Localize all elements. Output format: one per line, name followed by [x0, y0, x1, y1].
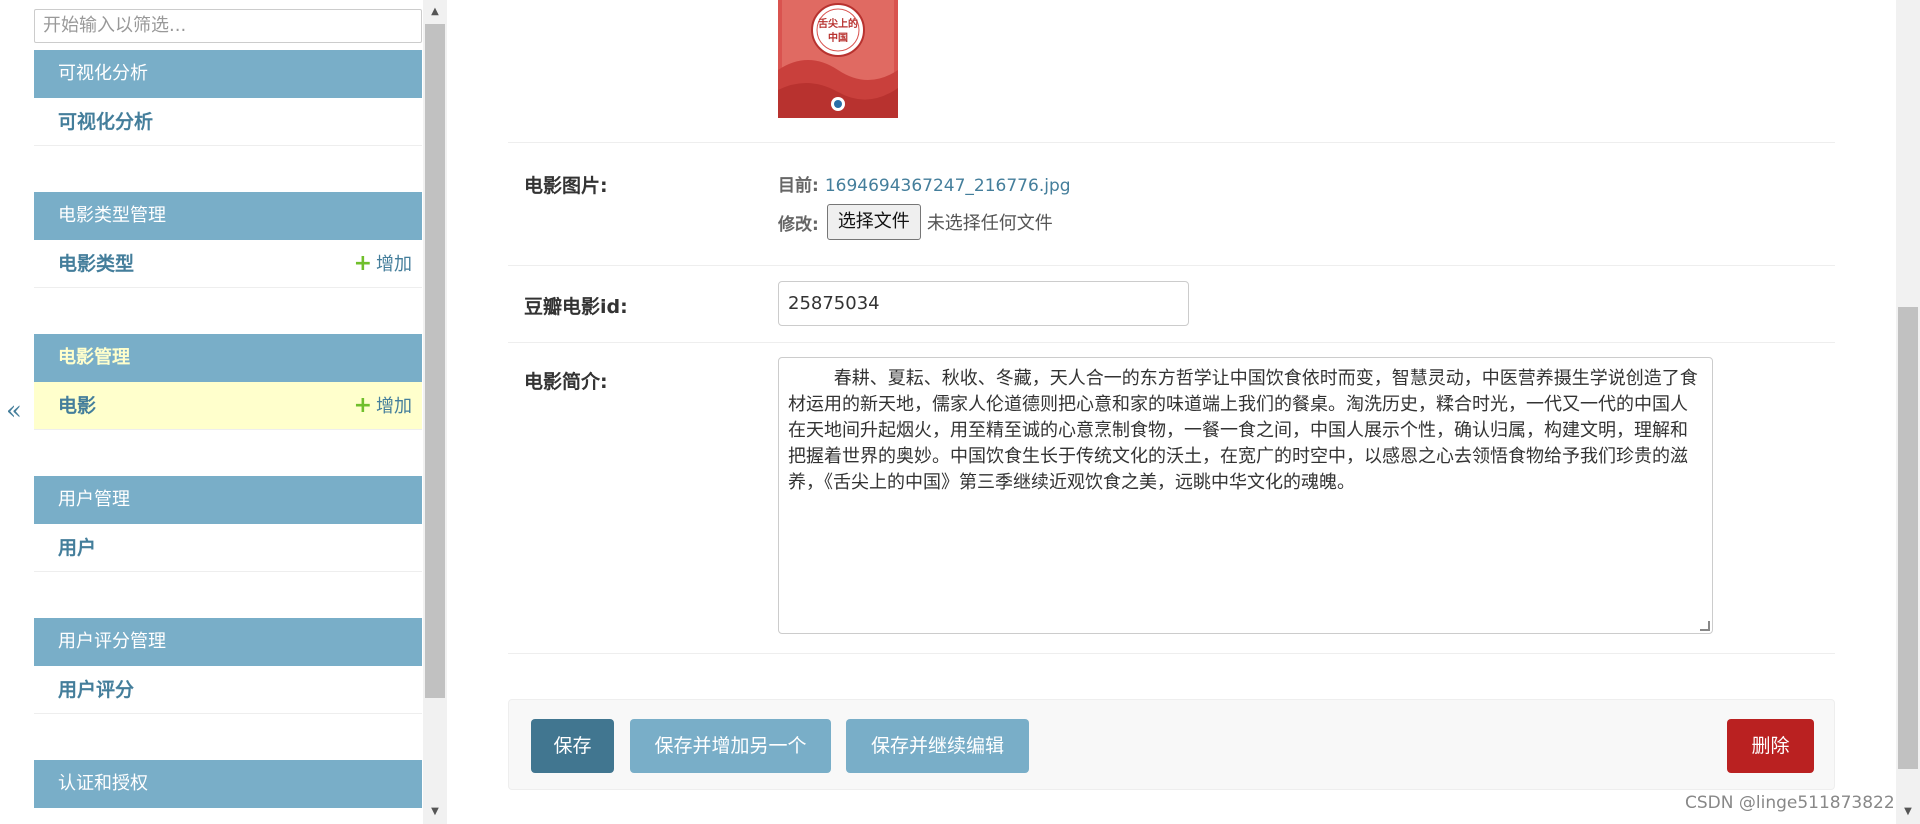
- sidebar-item-label[interactable]: 可视化分析: [58, 98, 153, 146]
- sidebar-item-user-rating[interactable]: 用户评分: [34, 666, 422, 714]
- save-and-add-another-button[interactable]: 保存并增加另一个: [630, 719, 831, 773]
- add-movie-type-link[interactable]: + 增加: [354, 240, 412, 289]
- plus-icon: +: [353, 251, 372, 276]
- sidebar-item-label[interactable]: 电影: [58, 382, 96, 430]
- scrollbar-thumb[interactable]: [1898, 307, 1918, 769]
- douban-id-field: 25875034: [778, 281, 1189, 326]
- module-visual-analysis: 可视化分析 可视化分析: [34, 50, 422, 146]
- description-field: 春耕、夏耘、秋收、冬藏，天人合一的东方哲学让中国饮食依时而变，智慧灵动，中医营养…: [778, 357, 1713, 634]
- no-file-text: 未选择任何文件: [926, 213, 1053, 234]
- form-row-douban-id: 豆瓣电影id: 25875034: [508, 266, 1835, 343]
- sidebar-filter-input[interactable]: 开始输入以筛选...: [34, 9, 422, 43]
- add-label: 增加: [376, 254, 412, 275]
- module-caption[interactable]: 认证和授权: [34, 760, 422, 808]
- current-label: 目前:: [778, 176, 819, 196]
- current-file-link[interactable]: 1694694367247_216776.jpg: [825, 176, 1071, 196]
- main-content: 舌尖上的 中国 电影图片: 目前: 1694694367247_216776.jp…: [447, 0, 1896, 824]
- module-user-rating-management: 用户评分管理 用户评分: [34, 618, 422, 714]
- add-movie-link[interactable]: + 增加: [354, 382, 412, 431]
- sidebar-item-label[interactable]: 电影类型: [58, 240, 134, 288]
- resize-grip-icon[interactable]: [1700, 621, 1710, 631]
- description-text: 春耕、夏耘、秋收、冬藏，天人合一的东方哲学让中国饮食依时而变，智慧灵动，中医营养…: [788, 368, 1698, 493]
- add-label: 增加: [376, 396, 412, 417]
- module-caption[interactable]: 可视化分析: [34, 50, 422, 98]
- module-movie-management: 电影管理 电影 + 增加: [34, 334, 422, 430]
- movie-poster-image: 舌尖上的 中国: [778, 0, 898, 118]
- description-label: 电影简介:: [524, 371, 608, 393]
- collapse-sidebar-icon[interactable]: «: [6, 396, 22, 426]
- sidebar-item-movie-type[interactable]: 电影类型 + 增加: [34, 240, 422, 288]
- delete-button[interactable]: 删除: [1727, 719, 1814, 773]
- module-caption[interactable]: 用户管理: [34, 476, 422, 524]
- watermark: CSDN @linge511873822: [1685, 793, 1895, 813]
- douban-id-input[interactable]: 25875034: [778, 281, 1189, 326]
- sidebar-item-movie[interactable]: 电影 + 增加: [34, 382, 422, 430]
- sidebar-item-label[interactable]: 用户: [58, 524, 96, 572]
- change-label: 修改:: [778, 214, 819, 235]
- module-auth: 认证和授权: [34, 760, 422, 808]
- image-field: 目前: 1694694367247_216776.jpg 修改: 选择文件 未选择…: [778, 171, 1071, 240]
- poster-title-line1: 舌尖上的: [818, 17, 858, 30]
- module-caption[interactable]: 用户评分管理: [34, 618, 422, 666]
- change-file: 修改: 选择文件 未选择任何文件: [778, 204, 1071, 240]
- save-button[interactable]: 保存: [531, 719, 614, 773]
- form-row-image: 电影图片: 目前: 1694694367247_216776.jpg 修改: 选择…: [508, 142, 1835, 266]
- module-user-management: 用户管理 用户: [34, 476, 422, 572]
- image-field-label: 电影图片:: [524, 175, 608, 197]
- sidebar-item-user[interactable]: 用户: [34, 524, 422, 572]
- page-scrollbar[interactable]: ▼: [1896, 0, 1920, 824]
- module-movie-type-management: 电影类型管理 电影类型 + 增加: [34, 192, 422, 288]
- sidebar: 开始输入以筛选... 可视化分析 可视化分析 电影类型管理 电影类型 + 增加 电…: [34, 0, 423, 824]
- form-row-description: 电影简介: 春耕、夏耘、秋收、冬藏，天人合一的东方哲学让中国饮食依时而变，智慧灵…: [508, 343, 1835, 654]
- description-textarea[interactable]: 春耕、夏耘、秋收、冬藏，天人合一的东方哲学让中国饮食依时而变，智慧灵动，中医营养…: [778, 357, 1713, 634]
- module-caption[interactable]: 电影类型管理: [34, 192, 422, 240]
- sidebar-item-label[interactable]: 用户评分: [58, 666, 134, 714]
- current-file: 目前: 1694694367247_216776.jpg: [778, 171, 1071, 196]
- scroll-down-icon[interactable]: ▼: [1896, 802, 1920, 822]
- save-and-continue-button[interactable]: 保存并继续编辑: [846, 719, 1029, 773]
- choose-file-button[interactable]: 选择文件: [826, 204, 921, 240]
- sidebar-item-visual-analysis[interactable]: 可视化分析: [34, 98, 422, 146]
- nav-collapse-bar: «: [0, 0, 34, 824]
- scroll-up-icon[interactable]: ▲: [423, 2, 447, 22]
- module-caption[interactable]: 电影管理: [34, 334, 422, 382]
- poster-title-line2: 中国: [828, 31, 848, 44]
- douban-id-label: 豆瓣电影id:: [524, 296, 628, 318]
- scrollbar-thumb[interactable]: [425, 24, 445, 698]
- scroll-down-icon[interactable]: ▼: [423, 802, 447, 822]
- submit-row: 保存 保存并增加另一个 保存并继续编辑 删除: [508, 699, 1835, 790]
- sidebar-scrollbar[interactable]: ▲ ▼: [423, 0, 447, 824]
- plus-icon: +: [353, 393, 372, 418]
